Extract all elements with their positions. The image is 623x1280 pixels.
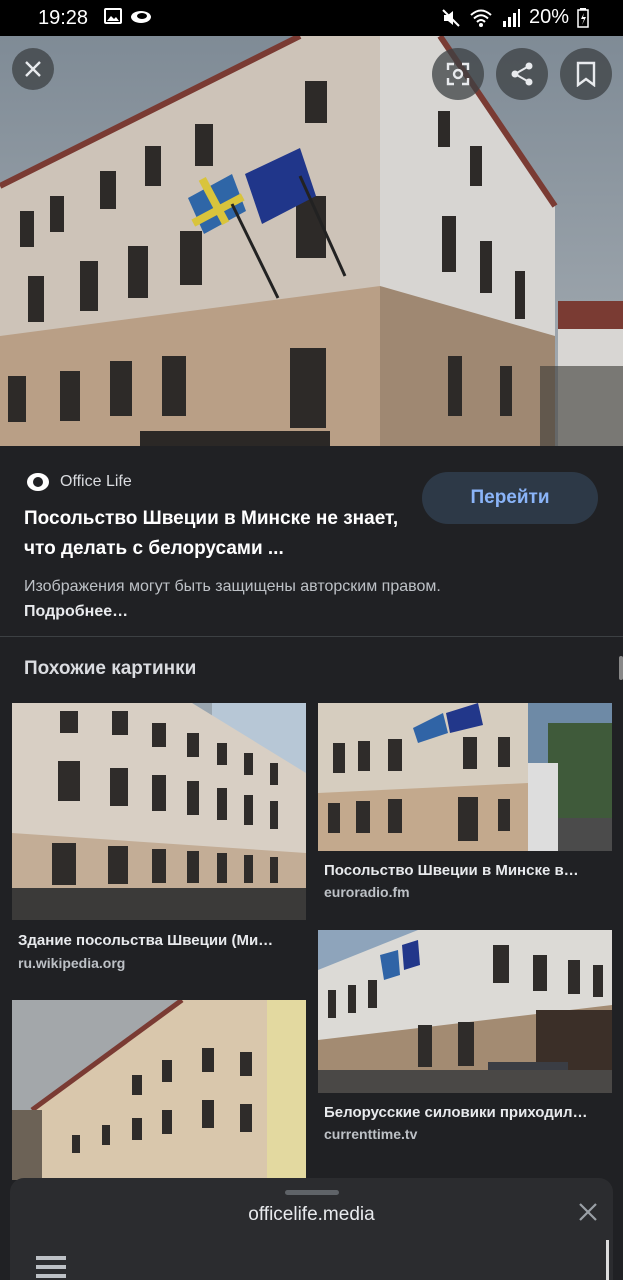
site-favicon-icon [27, 473, 49, 491]
related-thumb-4[interactable] [318, 930, 612, 1093]
related-domain-3: currenttime.tv [324, 1126, 418, 1142]
thumb-image-2 [318, 703, 612, 851]
share-icon [511, 62, 533, 86]
related-thumb-2[interactable] [318, 703, 612, 851]
mute-icon [442, 8, 460, 27]
related-domain-2: euroradio.fm [324, 884, 410, 900]
thumb-image-3 [12, 1000, 306, 1180]
sheet-url: officelife.media [248, 1204, 375, 1225]
related-heading: Похожие картинки [24, 658, 197, 679]
lens-icon [446, 62, 470, 86]
related-caption-3[interactable]: Белорусские силовики приходил… [324, 1104, 606, 1121]
cloud-icon [131, 11, 151, 23]
related-caption-1[interactable]: Здание посольства Швеции (Ми… [18, 932, 300, 949]
image-info-panel: Office Life Перейти Посольство Швеции в … [0, 446, 623, 636]
wifi-icon [470, 9, 492, 27]
hero-image[interactable] [0, 36, 623, 446]
thumb-image-4 [318, 930, 612, 1093]
visit-button[interactable]: Перейти [422, 472, 598, 524]
divider [0, 636, 623, 637]
source-row[interactable]: Office Life [26, 470, 132, 494]
close-icon [25, 61, 41, 77]
related-caption-2[interactable]: Посольство Швеции в Минске в… [324, 862, 606, 879]
status-bar: 19:28 20% [0, 0, 623, 36]
status-time: 19:28 [38, 7, 89, 29]
status-right: 20% [441, 6, 589, 29]
menu-icon[interactable] [36, 1256, 66, 1280]
learn-more-link[interactable]: Подробнее… [24, 603, 128, 620]
battery-percent: 20% [528, 6, 569, 28]
close-sheet-icon[interactable] [576, 1200, 600, 1224]
copyright-notice: Изображения могут быть защищены авторски… [24, 574, 494, 624]
bottom-sheet[interactable]: officelife.media [10, 1178, 613, 1280]
bookmark-icon [576, 61, 596, 87]
sheet-drag-handle[interactable] [285, 1190, 339, 1195]
copyright-text: Изображения могут быть защищены авторски… [24, 578, 441, 595]
related-thumb-1[interactable] [12, 703, 306, 920]
notification-icons [104, 8, 152, 24]
lens-button[interactable] [432, 48, 484, 100]
sheet-scrollbar[interactable] [606, 1240, 609, 1280]
close-button[interactable] [12, 48, 54, 90]
share-button[interactable] [496, 48, 548, 100]
source-name: Office Life [60, 473, 132, 490]
battery-icon [577, 7, 589, 28]
save-button[interactable] [560, 48, 612, 100]
signal-icon [502, 8, 520, 27]
image-title[interactable]: Посольство Швеции в Минске не знает, что… [24, 504, 404, 564]
gallery-icon [104, 8, 122, 24]
related-domain-1: ru.wikipedia.org [18, 955, 126, 971]
related-thumb-3[interactable] [12, 1000, 306, 1180]
scrollbar[interactable] [619, 656, 623, 680]
thumb-image-1 [12, 703, 306, 920]
